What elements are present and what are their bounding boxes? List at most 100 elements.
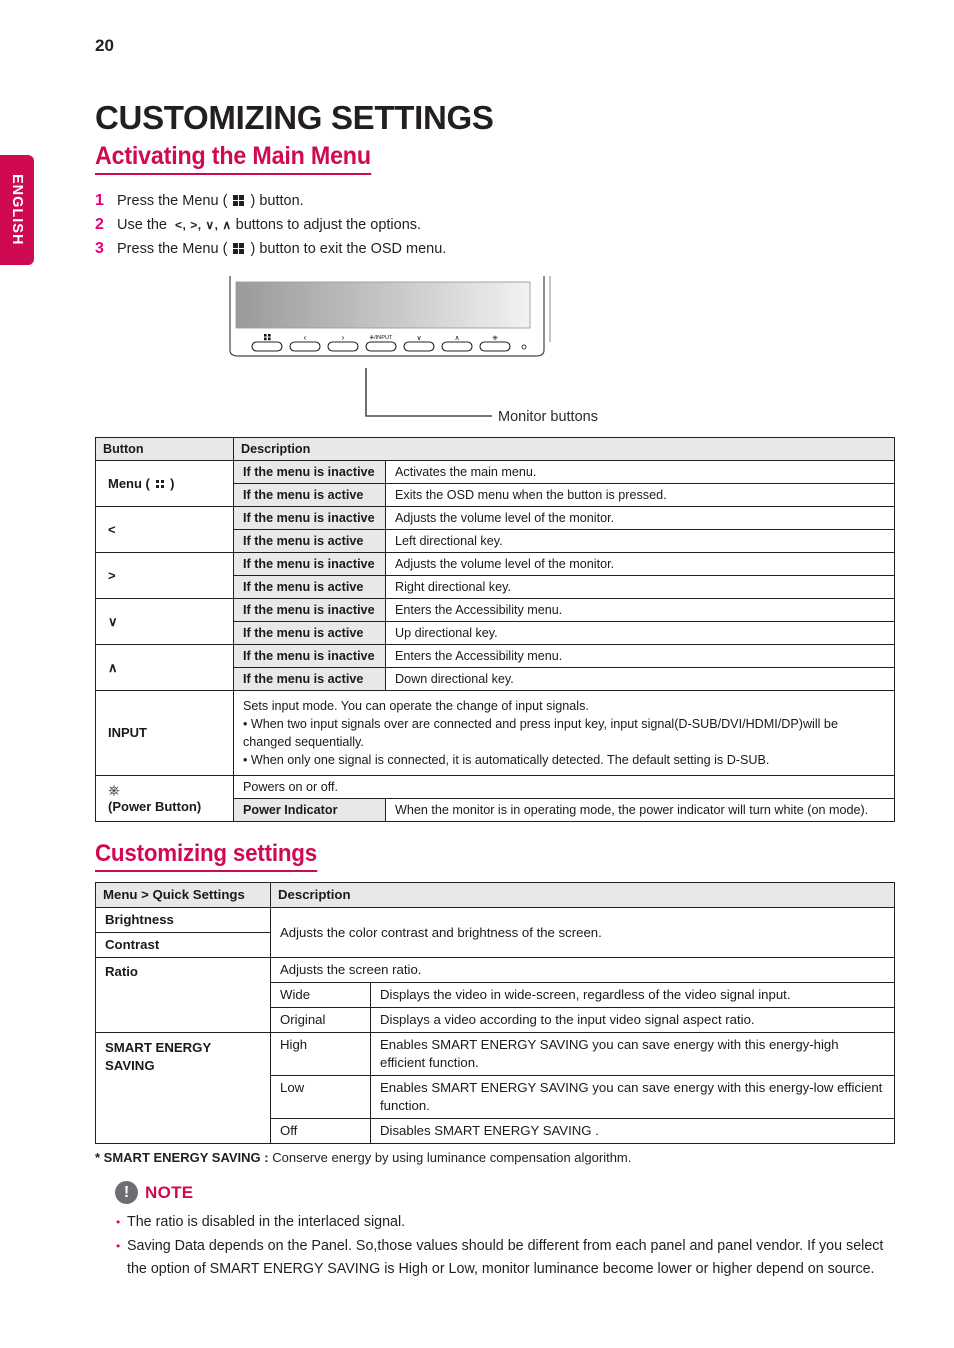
option-wide-description: Displays the video in wide-screen, regar… — [370, 982, 895, 1008]
menu-grid-icon — [233, 195, 244, 206]
condition-cell: If the menu is active — [233, 621, 386, 645]
column-header-description: Description — [233, 437, 895, 461]
description-cell: Up directional key. — [385, 621, 895, 645]
row-label-brightness: Brightness — [95, 907, 271, 933]
menu-grid-icon — [233, 243, 244, 254]
input-line-2: • When two input signals over are connec… — [243, 717, 838, 749]
table-header-row: Menu > Quick Settings Description — [95, 882, 895, 908]
step-number: 1 — [95, 192, 104, 210]
row-label-ratio: Ratio — [95, 957, 271, 1033]
row-label-input: INPUT — [95, 690, 234, 776]
condition-cell: If the menu is inactive — [233, 552, 386, 576]
column-header-description: Description — [270, 882, 895, 908]
row-label-left: < — [95, 506, 234, 553]
table-row: Menu ( ) If the menu is inactive Activat… — [95, 460, 895, 507]
option-low-description: Enables SMART ENERGY SAVING you can save… — [370, 1075, 895, 1119]
brightness-contrast-description: Adjusts the color contrast and brightnes… — [270, 907, 895, 958]
row-label-right: > — [95, 552, 234, 599]
option-wide: Wide — [270, 982, 371, 1008]
condition-cell: If the menu is inactive — [233, 644, 386, 668]
condition-cell: If the menu is active — [233, 529, 386, 553]
description-cell: Down directional key. — [385, 667, 895, 691]
table-row: ∨ If the menu is inactive Enters the Acc… — [95, 598, 895, 645]
description-cell: Activates the main menu. — [385, 460, 895, 484]
note-header: ! NOTE — [115, 1181, 895, 1204]
ratio-description: Adjusts the screen ratio. — [270, 957, 895, 983]
step-text: Use the <, >, ∨, ∧ buttons to adjust the… — [117, 217, 422, 234]
description-cell: Enters the Accessibility menu. — [385, 598, 895, 622]
power-indicator-label: Power Indicator — [233, 798, 386, 822]
chapter-title: CUSTOMIZING SETTINGS — [95, 99, 494, 136]
description-cell: Right directional key. — [385, 575, 895, 599]
customizing-section: Customizing settings Menu > Quick Settin… — [95, 840, 895, 1282]
customizing-heading: Customizing settings — [95, 840, 317, 872]
monitor-illustration: ‹ › ⎈/INPUT ∨ ∧ ⎈ — [228, 256, 558, 366]
table-row: Brightness Adjusts the color contrast an… — [95, 907, 895, 958]
language-tab: ENGLISH — [0, 155, 34, 265]
option-off: Off — [270, 1118, 371, 1144]
language-tab-label: ENGLISH — [9, 174, 25, 246]
input-line-3: • When only one signal is connected, it … — [243, 753, 770, 767]
option-high: High — [270, 1032, 371, 1076]
smart-energy-saving-footnote: * SMART ENERGY SAVING : Conserve energy … — [95, 1150, 895, 1165]
customizing-settings-table: Menu > Quick Settings Description Bright… — [95, 882, 895, 1144]
note-title: NOTE — [145, 1182, 194, 1202]
table-row: > If the menu is inactive Adjusts the vo… — [95, 552, 895, 599]
condition-cell: If the menu is inactive — [233, 506, 386, 530]
condition-cell: If the menu is active — [233, 667, 386, 691]
page-content: CUSTOMIZING SETTINGS Activating the Main… — [95, 99, 895, 261]
option-original: Original — [270, 1007, 371, 1033]
table-header-row: Button Description — [95, 437, 895, 461]
option-low: Low — [270, 1075, 371, 1119]
svg-text:‹: ‹ — [304, 333, 307, 342]
menu-grid-icon — [155, 479, 165, 489]
list-item: The ratio is disabled in the interlaced … — [95, 1211, 895, 1234]
callout-label: Monitor buttons — [498, 409, 598, 425]
table-row: ∧ If the menu is inactive Enters the Acc… — [95, 644, 895, 691]
table-row: Ratio Adjusts the screen ratio. — [95, 957, 895, 1033]
step-number: 2 — [95, 216, 104, 234]
svg-text:⎈: ⎈ — [492, 335, 498, 342]
page-number: 20 — [95, 36, 114, 55]
table-row: INPUT Sets input mode. You can operate t… — [95, 690, 895, 776]
column-header-menu-quick-settings: Menu > Quick Settings — [95, 882, 271, 908]
list-item: 1 Press the Menu ( ) button. — [95, 189, 895, 213]
input-description-cell: Sets input mode. You can operate the cha… — [233, 690, 895, 776]
power-icon: ⎈ — [108, 782, 121, 799]
table-row: < If the menu is inactive Adjusts the vo… — [95, 506, 895, 553]
description-cell: Exits the OSD menu when the button is pr… — [385, 483, 895, 507]
list-item: Saving Data depends on the Panel. So,tho… — [95, 1235, 895, 1281]
exclamation-icon: ! — [115, 1181, 138, 1204]
table-row: SMART ENERGY SAVING High Enables SMART E… — [95, 1032, 895, 1144]
svg-text:∧: ∧ — [454, 335, 459, 342]
input-line-1: Sets input mode. You can operate the cha… — [243, 699, 589, 713]
steps-list: 1 Press the Menu ( ) button. 2 Use the <… — [95, 189, 895, 261]
condition-cell: If the menu is active — [233, 483, 386, 507]
list-item: 2 Use the <, >, ∨, ∧ buttons to adjust t… — [95, 213, 895, 237]
row-label-smart-energy-saving: SMART ENERGY SAVING — [95, 1032, 271, 1144]
step-text: Press the Menu ( ) button. — [117, 193, 304, 210]
option-off-description: Disables SMART ENERGY SAVING . — [370, 1118, 895, 1144]
option-high-description: Enables SMART ENERGY SAVING you can save… — [370, 1032, 895, 1076]
direction-keys-label: <, >, ∨, ∧ — [175, 218, 232, 233]
condition-cell: If the menu is inactive — [233, 460, 386, 484]
row-label-up-chevron: ∧ — [95, 644, 234, 691]
note-block: ! NOTE The ratio is disabled in the inte… — [95, 1181, 895, 1281]
option-original-description: Displays a video according to the input … — [370, 1007, 895, 1033]
row-label-contrast: Contrast — [95, 932, 271, 958]
description-cell: Adjusts the volume level of the monitor. — [385, 552, 895, 576]
table-row: ⎈ (Power Button) Powers on or off. — [95, 775, 895, 822]
button-table-wrap: Button Description Menu ( ) If the menu … — [95, 437, 895, 822]
svg-text:⎈/INPUT: ⎈/INPUT — [370, 335, 393, 341]
section-title: Activating the Main Menu — [95, 142, 371, 176]
svg-text:∨: ∨ — [416, 335, 421, 342]
condition-cell: If the menu is inactive — [233, 598, 386, 622]
column-header-button: Button — [95, 437, 234, 461]
description-cell: Left directional key. — [385, 529, 895, 553]
svg-text:›: › — [342, 333, 345, 342]
button-description-table: Button Description Menu ( ) If the menu … — [95, 437, 895, 822]
power-indicator-description: When the monitor is in operating mode, t… — [385, 798, 895, 822]
footnote-bold-label: * SMART ENERGY SAVING : — [95, 1150, 269, 1165]
power-top-description: Powers on or off. — [233, 775, 895, 799]
description-cell: Enters the Accessibility menu. — [385, 644, 895, 668]
